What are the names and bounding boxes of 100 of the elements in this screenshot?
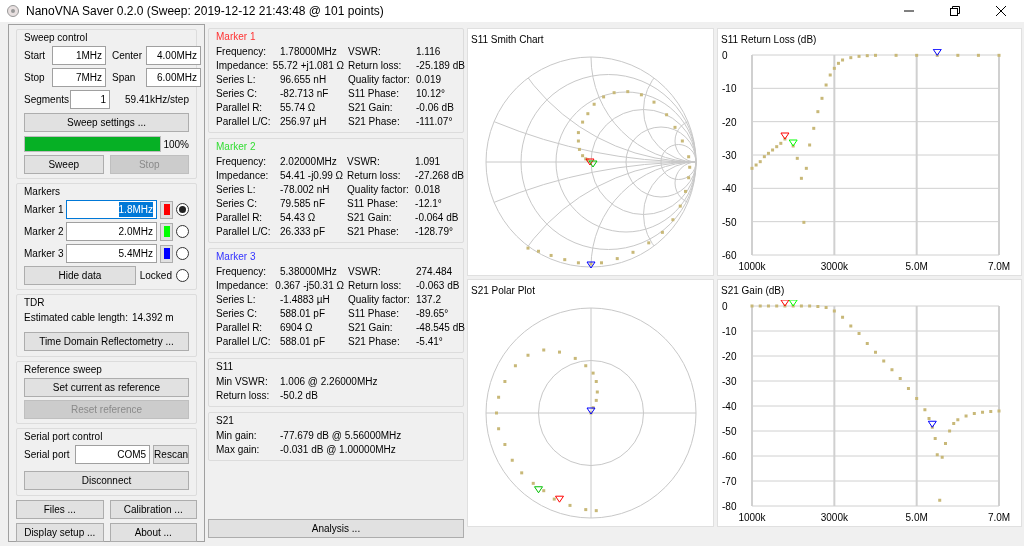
label: Min gain: (216, 429, 258, 442)
label: Return loss: (348, 59, 403, 72)
label: 59.41kHz/step (125, 93, 189, 106)
group-title: Markers (24, 185, 62, 198)
window-title: NanoVNA Saver 0.2.0 (Sweep: 2019-12-12 21:43:48 @ 101 points) (26, 3, 384, 20)
label: Impedance: (216, 169, 270, 182)
label: VSWR: (348, 45, 382, 58)
label: 1.116 (416, 45, 441, 58)
label: -12.1° (415, 197, 442, 210)
label: 137.2 (416, 293, 442, 306)
group-title: S21 (216, 414, 235, 427)
input-field[interactable]: 5.4MHz (66, 244, 157, 263)
axis-tick-label: 0 (722, 301, 728, 312)
label: 274.484 (416, 265, 453, 278)
label: 55.74 Ω (280, 101, 316, 114)
label: 54.41 -j0.99 Ω (280, 169, 344, 182)
label: Return loss: (347, 169, 402, 182)
input-field[interactable]: 4.00MHz (146, 46, 201, 65)
group-title: Serial port control (24, 430, 104, 443)
label: -48.545 dB (416, 321, 465, 334)
label: Impedance: (216, 59, 270, 72)
label: S21 Gain: (348, 321, 394, 334)
input-field[interactable]: 1.8MHz (66, 200, 157, 219)
label: S11 Phase: (348, 87, 400, 100)
label: 55.72 +j1.081 Ω (272, 59, 344, 72)
label: Parallel L/C: (216, 115, 272, 128)
label: Marker 3 (24, 247, 64, 260)
axis-tick-label: 0 (722, 50, 728, 61)
label: Locked (139, 269, 172, 282)
push-button[interactable]: Sweep (24, 155, 104, 174)
axis-tick-label: -20 (722, 351, 737, 362)
label: Frequency: (216, 155, 268, 168)
label: Parallel L/C: (216, 225, 272, 238)
group-title: Marker 2 (216, 140, 257, 153)
label: -111.07° (416, 115, 453, 128)
push-button[interactable]: Calibration ... (109, 500, 197, 519)
label: Segments (24, 93, 70, 106)
chart-title: S11 Smith Chart (470, 33, 545, 47)
label: 2.02000MHz (280, 155, 337, 168)
label: -5.41° (416, 335, 443, 348)
input-field[interactable]: 6.00MHz (146, 68, 201, 87)
axis-tick-label: -20 (722, 116, 737, 128)
axis-tick-label: 7.0M (987, 512, 1011, 523)
label: Series C: (216, 197, 259, 210)
label: S21 Gain: (348, 101, 394, 114)
label: 0.018 (415, 183, 441, 196)
label: S11 Phase: (347, 197, 400, 210)
axis-tick-label: 3000k (820, 512, 848, 523)
axis-tick-label: 5.0M (905, 512, 928, 523)
label: -89.65° (416, 307, 449, 320)
label: 0.019 (416, 73, 442, 86)
label: Min VSWR: (216, 375, 269, 388)
push-button[interactable]: Analysis ... (208, 519, 464, 538)
push-button[interactable]: Disconnect (24, 471, 189, 490)
label: -50.2 dB (280, 389, 318, 402)
group-title: Reference sweep (24, 363, 103, 376)
label: S11 Phase: (348, 307, 400, 320)
label: 54.43 Ω (280, 211, 316, 224)
label: Quality factor: (348, 293, 411, 306)
group-title: Marker 3 (216, 250, 257, 263)
push-button[interactable]: Sweep settings ... (24, 113, 189, 132)
axis-tick-label: -60 (722, 250, 737, 261)
group-title: Marker 1 (216, 30, 257, 43)
label: -128.79° (415, 225, 453, 238)
label: 14.392 m (131, 311, 174, 324)
input-field[interactable]: COM5 (74, 445, 151, 464)
label: -0.06 dB (416, 101, 454, 114)
axis-tick-label: 3000k (820, 261, 848, 272)
input-field[interactable]: 1 (70, 90, 110, 109)
axis-tick-label: -30 (722, 376, 737, 387)
label: 0.367 -j50.31 Ω (275, 279, 344, 292)
label: VSWR: (347, 155, 381, 168)
push-button[interactable]: Set current as reference (24, 378, 189, 397)
label: Series C: (216, 87, 259, 100)
axis-tick-label: 1000k (738, 512, 766, 523)
label: -0.063 dB (416, 279, 460, 292)
label: 6904 Ω (280, 321, 313, 334)
label: 1.006 @ 2.26000MHz (280, 375, 378, 388)
input-field[interactable]: 2.0MHz (66, 222, 157, 241)
label: S21 Phase: (347, 225, 400, 238)
push-button[interactable]: About ... (109, 523, 197, 542)
push-button[interactable]: Files ... (16, 500, 104, 519)
axis-tick-label: -10 (722, 326, 737, 337)
push-button[interactable]: Time Domain Reflectometry ... (24, 332, 189, 351)
label: 96.655 nH (280, 73, 327, 86)
label: Center (112, 49, 143, 62)
label: 588.01 pF (280, 307, 326, 320)
push-button[interactable]: Display setup ... (16, 523, 104, 542)
label: -82.713 nF (280, 87, 329, 100)
axis-tick-label: -40 (722, 183, 737, 195)
label: Frequency: (216, 265, 268, 278)
push-button[interactable]: Rescan (153, 445, 189, 464)
input-field[interactable]: 1MHz (52, 46, 106, 65)
push-button[interactable]: Hide data (24, 266, 136, 285)
axis-tick-label: 7.0M (987, 261, 1011, 272)
label: Parallel R: (216, 211, 264, 224)
label: -25.189 dB (416, 59, 465, 72)
axis-tick-label: -50 (722, 216, 737, 228)
input-field[interactable]: 7MHz (52, 68, 106, 87)
label: -0.064 dB (415, 211, 459, 224)
